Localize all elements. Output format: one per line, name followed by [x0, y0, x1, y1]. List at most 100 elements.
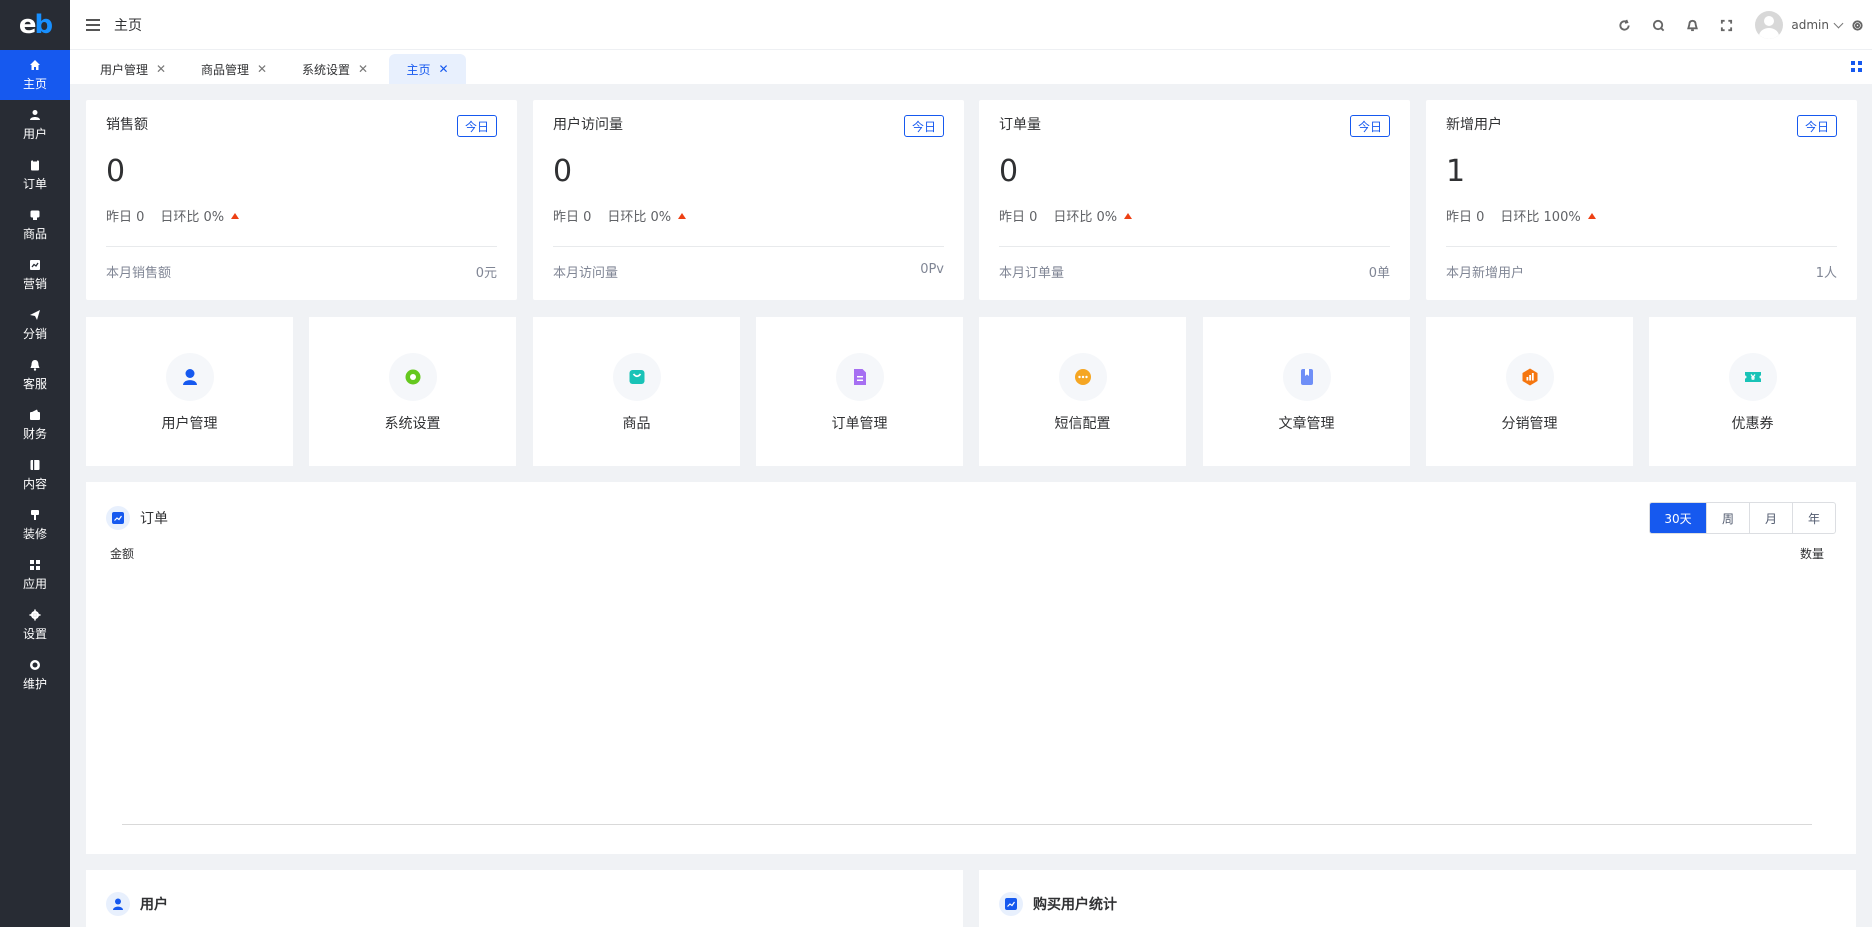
stat-title: 用户访问量 [553, 117, 623, 133]
sidebar-item-decoration[interactable]: 装修 [0, 500, 70, 550]
gear-icon [388, 353, 437, 401]
sidebar-item-label: 装修 [22, 526, 47, 541]
quick-entry-label: 订单管理 [831, 416, 888, 432]
stat-footer: 本月订单量 0单 [999, 262, 1390, 281]
sidebar-item-label: 客服 [22, 376, 47, 391]
range-week-button[interactable]: 周 [1706, 503, 1749, 533]
chart-icon [106, 506, 130, 530]
day-ratio: 日环比 0% [1053, 210, 1118, 225]
breadcrumb: 主页 [114, 17, 142, 34]
bookmark-icon [1282, 353, 1331, 401]
yesterday-value: 昨日 0 [999, 210, 1038, 225]
purchase-stats-header: 购买用户统计 [999, 892, 1117, 916]
stat-card-new-users: 新增用户 今日 1 昨日 0 日环比 100% 本月新增用户 1人 [1426, 100, 1857, 300]
bag-icon [612, 353, 661, 401]
sidebar-item-marketing[interactable]: 营销 [0, 250, 70, 300]
range-30-days-button[interactable]: 30天 [1650, 503, 1706, 533]
quick-entry-coupon[interactable]: 优惠券 [1649, 317, 1856, 466]
period-tag[interactable]: 今日 [1796, 115, 1837, 137]
sidebar-item-user[interactable]: 用户 [0, 100, 70, 150]
apps-icon [30, 559, 40, 570]
sidebar: eb 主页 用户 订单 商品 营销 分销 客服 财务 内容 装修 应用 设置 维… [0, 0, 70, 927]
sidebar-item-content[interactable]: 内容 [0, 450, 70, 500]
settings-icon[interactable] [1842, 0, 1872, 50]
refresh-icon[interactable] [1607, 0, 1641, 50]
stat-footer: 本月新增用户 1人 [1446, 262, 1837, 281]
grid-icon[interactable] [1851, 61, 1862, 72]
quick-entry-label: 文章管理 [1278, 416, 1335, 432]
quick-entry-order-management[interactable]: 订单管理 [756, 317, 963, 466]
sidebar-item-distribution[interactable]: 分销 [0, 300, 70, 350]
fullscreen-icon[interactable] [1709, 0, 1743, 50]
sidebar-item-order[interactable]: 订单 [0, 150, 70, 200]
bell-icon[interactable] [1675, 0, 1709, 50]
order-chart-title: 订单 [140, 511, 168, 527]
top-bar: 主页 admin [70, 0, 1872, 50]
range-year-button[interactable]: 年 [1792, 503, 1835, 533]
stat-card-visits: 用户访问量 今日 0 昨日 0 日环比 0% 本月访问量 0Pv [533, 100, 964, 300]
user-icon [165, 353, 214, 401]
search-icon[interactable] [1641, 0, 1675, 50]
stat-compare: 昨日 0 日环比 0% [553, 206, 687, 225]
user-icon [30, 109, 40, 120]
quick-entry-user-management[interactable]: 用户管理 [86, 317, 293, 466]
sidebar-item-label: 分销 [22, 326, 47, 341]
sidebar-item-home[interactable]: 主页 [0, 50, 70, 100]
quick-entry-product[interactable]: 商品 [533, 317, 740, 466]
month-label: 本月新增用户 [1446, 266, 1525, 281]
range-selector: 30天 周 月 年 [1649, 502, 1836, 534]
yesterday-value: 昨日 0 [1446, 210, 1485, 225]
close-icon[interactable]: ✕ [156, 62, 166, 76]
close-icon[interactable]: ✕ [257, 62, 267, 76]
send-icon [30, 309, 40, 320]
month-value: 1人 [1815, 266, 1837, 281]
up-arrow-icon [678, 212, 687, 219]
tab-label: 用户管理 [100, 62, 149, 77]
tabs-bar: 用户管理 ✕ 商品管理 ✕ 系统设置 ✕ 主页 ✕ [70, 50, 1872, 84]
clipboard-icon [31, 159, 39, 170]
sidebar-item-apps[interactable]: 应用 [0, 550, 70, 600]
tab-system-settings[interactable]: 系统设置 ✕ [288, 54, 382, 84]
period-tag[interactable]: 今日 [1349, 115, 1390, 137]
up-arrow-icon [1124, 212, 1133, 219]
quick-entry-article-management[interactable]: 文章管理 [1203, 317, 1410, 466]
maintenance-icon [30, 659, 40, 670]
day-ratio: 日环比 0% [607, 210, 672, 225]
period-tag[interactable]: 今日 [903, 115, 944, 137]
sidebar-item-label: 维护 [22, 676, 47, 691]
logo-text: eb [18, 10, 53, 40]
coupon-icon [1728, 353, 1777, 401]
close-icon[interactable]: ✕ [438, 62, 448, 76]
user-name[interactable]: admin [1791, 18, 1829, 32]
quick-entry-system-settings[interactable]: 系统设置 [309, 317, 516, 466]
close-icon[interactable]: ✕ [358, 62, 368, 76]
period-tag[interactable]: 今日 [456, 115, 497, 137]
sidebar-item-maintenance[interactable]: 维护 [0, 650, 70, 700]
quick-entry-sms-config[interactable]: 短信配置 [979, 317, 1186, 466]
tab-home[interactable]: 主页 ✕ [389, 54, 466, 84]
logo[interactable]: eb [0, 0, 70, 50]
avatar[interactable] [1755, 11, 1784, 39]
tab-label: 商品管理 [201, 62, 250, 77]
stat-compare: 昨日 0 日环比 0% [106, 206, 240, 225]
stat-title: 订单量 [999, 117, 1041, 133]
quick-entry-label: 分销管理 [1501, 416, 1558, 432]
month-label: 本月访问量 [553, 266, 619, 281]
sidebar-item-product[interactable]: 商品 [0, 200, 70, 250]
sidebar-item-settings[interactable]: 设置 [0, 600, 70, 650]
sidebar-item-service[interactable]: 客服 [0, 350, 70, 400]
day-ratio: 日环比 0% [160, 210, 225, 225]
stat-value: 1 [1446, 154, 1466, 189]
stat-footer: 本月销售额 0元 [106, 262, 497, 281]
quick-entry-label: 用户管理 [161, 416, 218, 432]
quick-entry-distribution-management[interactable]: 分销管理 [1426, 317, 1633, 466]
stat-compare: 昨日 0 日环比 100% [1446, 206, 1596, 225]
range-month-button[interactable]: 月 [1749, 503, 1792, 533]
book-icon [30, 459, 40, 470]
stat-card-orders: 订单量 今日 0 昨日 0 日环比 0% 本月订单量 0单 [979, 100, 1410, 300]
tab-product-management[interactable]: 商品管理 ✕ [187, 54, 281, 84]
sidebar-item-label: 内容 [22, 476, 47, 491]
sidebar-item-finance[interactable]: 财务 [0, 400, 70, 450]
menu-toggle-icon[interactable] [86, 18, 100, 31]
tab-user-management[interactable]: 用户管理 ✕ [86, 54, 180, 84]
